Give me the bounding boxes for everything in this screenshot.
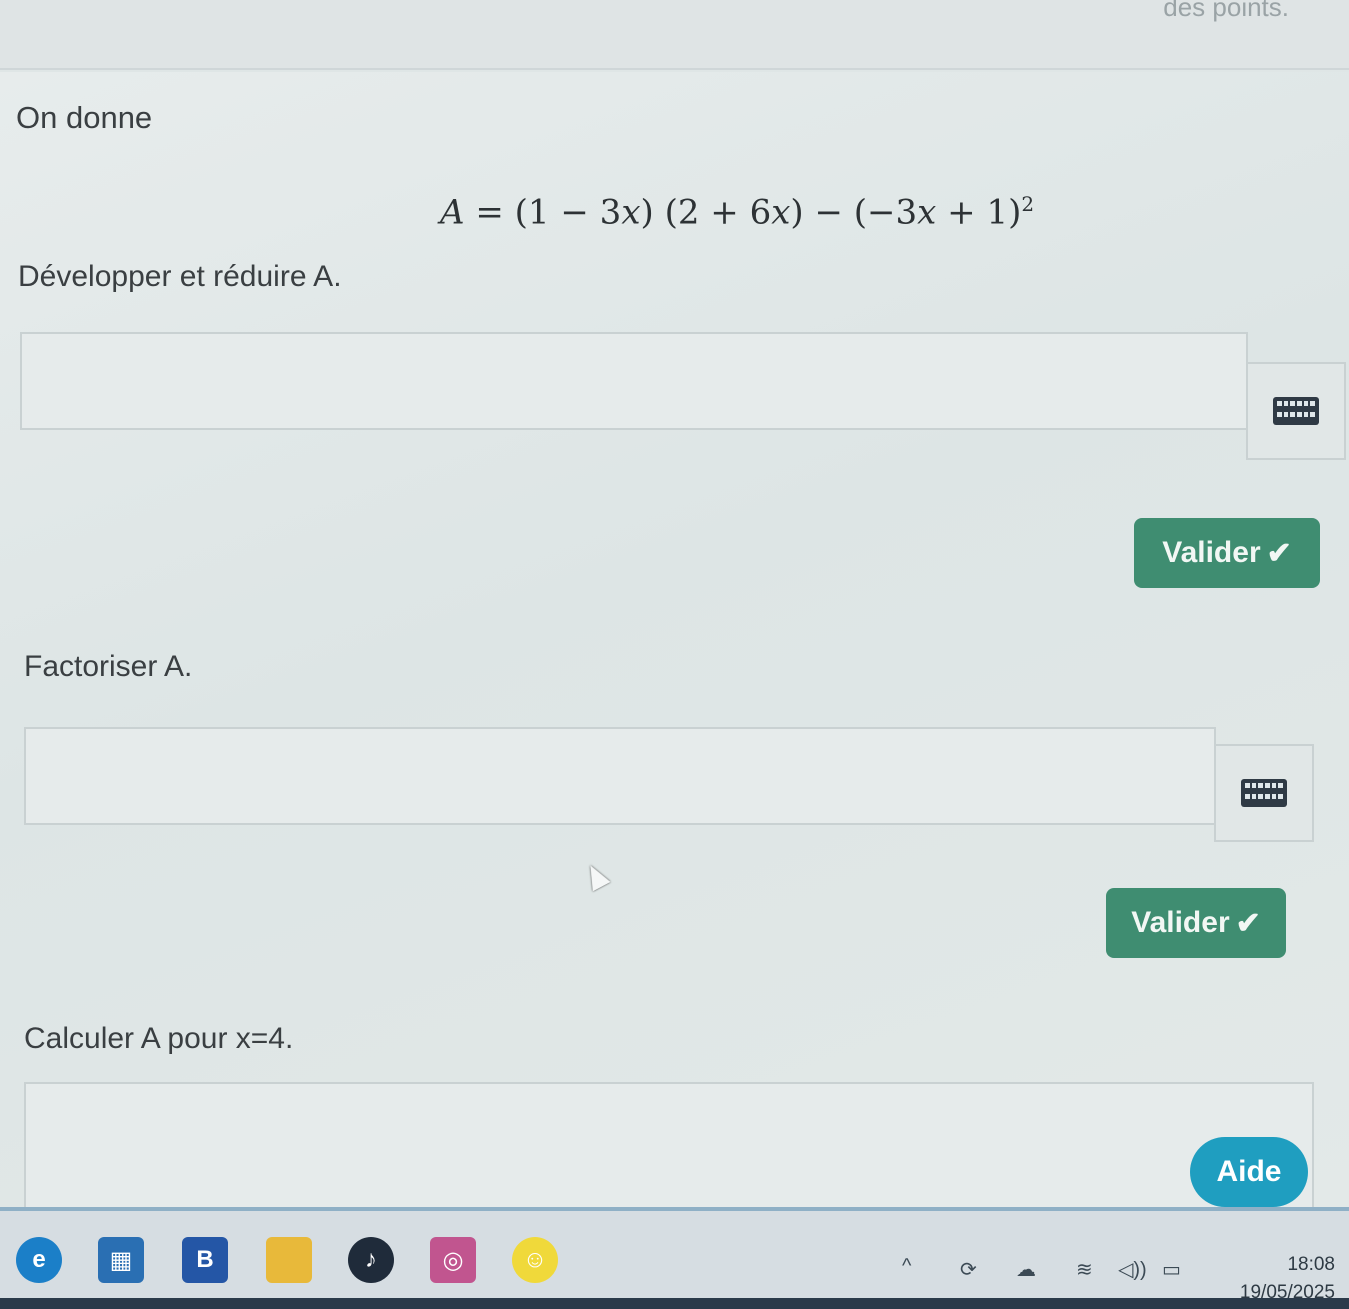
formula-var3: x [917,192,937,233]
taskbar: e ▦ B ♪ ◎ ☺ ^ ⟳ ☁ ≋ ◁)) ▭ 18:08 19/05/20… [0,1207,1349,1309]
store-icon[interactable]: ▦ [98,1237,144,1283]
answer-input-evaluate[interactable] [24,1082,1314,1207]
answer-input-factor[interactable] [24,727,1216,825]
virtual-keyboard-button-1[interactable] [1246,362,1346,460]
keyboard-icon [1241,779,1287,807]
validate-label: Valider [1162,536,1261,569]
formula-exponent: 2 [1021,192,1035,216]
file-explorer-icon[interactable] [266,1237,312,1283]
check-icon: ✔ [1266,536,1292,570]
question-evaluate: Calculer A pour x=4. [24,1022,294,1055]
validate-button-develop[interactable]: Valider ✔ [1134,518,1320,588]
formula-part2: ) (2 + 6 [640,192,772,233]
faint-header-text: des points. [1163,0,1289,22]
formula-part1: = (1 − 3 [464,192,622,233]
question-develop: Développer et réduire A. [18,260,342,293]
tray-chevron-icon[interactable]: ^ [902,1255,911,1278]
screen-bottom-edge [0,1298,1349,1309]
b-app-icon[interactable]: B [182,1237,228,1283]
instagram-icon[interactable]: ◎ [430,1237,476,1283]
formula-lhs: A [440,192,465,233]
battery-icon[interactable]: ▭ [1162,1257,1181,1282]
validate-button-factor[interactable]: Valider ✔ [1106,888,1286,958]
wifi-icon[interactable]: ≋ [1076,1257,1093,1282]
snapchat-icon[interactable]: ☺ [512,1237,558,1283]
time: 18:08 [1287,1254,1335,1275]
formula-part4: + 1) [936,192,1022,233]
sync-icon[interactable]: ⟳ [960,1257,977,1282]
validate-label: Valider [1131,906,1230,939]
mouse-cursor-icon [581,860,611,892]
formula-var1: x [621,192,641,233]
virtual-keyboard-button-2[interactable] [1214,744,1314,842]
top-strip: des points. [0,0,1349,70]
edge-icon[interactable]: e [16,1237,62,1283]
volume-icon[interactable]: ◁)) [1118,1257,1147,1282]
question-factor: Factoriser A. [24,650,193,683]
help-button[interactable]: Aide [1190,1137,1308,1207]
formula: A = (1 − 3x) (2 + 6x) − (−3x + 1)2 [440,192,1034,232]
onedrive-icon[interactable]: ☁ [1016,1257,1036,1282]
exercise-panel: On donne A = (1 − 3x) (2 + 6x) − (−3x + … [0,72,1349,1207]
formula-var2: x [771,192,791,233]
answer-input-develop[interactable] [20,332,1248,430]
formula-part3: ) − (−3 [790,192,918,233]
intro-text: On donne [16,100,153,135]
keyboard-icon [1273,397,1319,425]
check-icon: ✔ [1235,906,1261,940]
b-app-label: B [196,1246,214,1273]
tiktok-icon[interactable]: ♪ [348,1237,394,1283]
